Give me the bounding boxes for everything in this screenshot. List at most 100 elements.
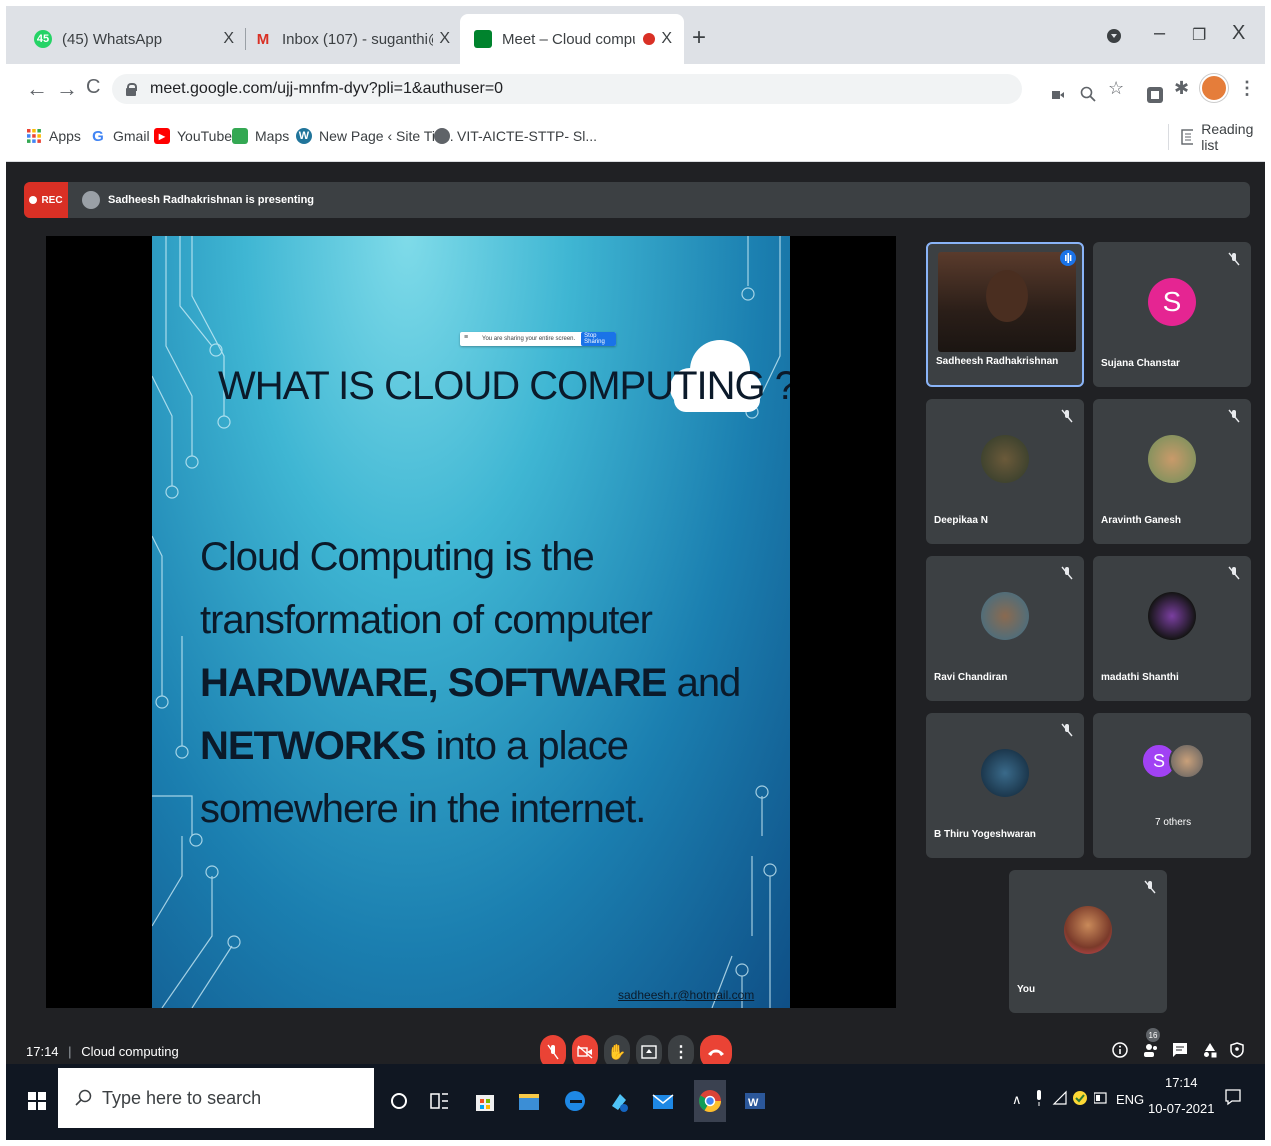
presenting-text: Sadheesh Radhakrishnan is presenting xyxy=(108,194,315,206)
taskbar-clock[interactable]: 17:14 10-07-2021 xyxy=(1148,1070,1215,1122)
chat-button[interactable] xyxy=(1172,1042,1188,1063)
reading-list-icon xyxy=(1181,129,1194,145)
participant-name: Deepikaa N xyxy=(934,515,988,526)
close-tab-icon[interactable]: X xyxy=(223,30,234,48)
participant-tile[interactable]: madathi Shanthi xyxy=(1093,556,1251,701)
wordpress-icon: W xyxy=(296,128,312,144)
participant-tile[interactable]: Aravinth Ganesh xyxy=(1093,399,1251,544)
back-arrow-icon[interactable]: ← xyxy=(26,76,48,102)
tab-gmail[interactable]: M Inbox (107) - suganthi@sethu.ac X xyxy=(240,14,462,64)
drag-handle-icon[interactable]: ≡ xyxy=(464,334,468,341)
maps-icon xyxy=(232,128,248,144)
forward-arrow-icon[interactable]: → xyxy=(56,76,78,102)
bookmark-apps[interactable]: Apps xyxy=(26,128,81,144)
svg-text:W: W xyxy=(748,1097,759,1109)
shield-icon xyxy=(1230,1042,1244,1058)
norton-icon[interactable] xyxy=(1072,1090,1088,1106)
activities-button[interactable] xyxy=(1202,1042,1218,1063)
tab-label: Meet – Cloud computing xyxy=(502,30,635,48)
edge-icon[interactable] xyxy=(562,1086,588,1116)
chrome-icon[interactable] xyxy=(694,1080,726,1122)
host-controls-button[interactable] xyxy=(1230,1042,1244,1063)
profile-menu-icon[interactable] xyxy=(1106,28,1122,44)
muted-mic-icon xyxy=(1228,252,1240,266)
reading-list-button[interactable]: Reading list xyxy=(1168,121,1265,153)
file-explorer-icon[interactable] xyxy=(516,1086,542,1116)
show-hidden-icons[interactable]: ∧ xyxy=(1012,1092,1022,1108)
participant-avatar: S xyxy=(1148,278,1196,326)
bookmark-new-page[interactable]: W New Page ‹ Site Titl... xyxy=(296,128,454,144)
action-center-icon[interactable] xyxy=(1224,1088,1242,1106)
url-text[interactable]: meet.google.com/ujj-mnfm-dyv?pli=1&authu… xyxy=(150,80,503,98)
slide-email: sadheesh.r@hotmail.com xyxy=(618,988,755,1002)
participant-tile[interactable]: S 7 others xyxy=(1093,713,1251,858)
bookmark-maps[interactable]: Maps xyxy=(232,128,289,144)
bookmark-label: VIT-AICTE-STTP- Sl... xyxy=(457,128,598,144)
cortana-icon[interactable] xyxy=(386,1086,412,1116)
reload-icon[interactable]: C xyxy=(86,76,100,99)
taskbar-search-box[interactable]: Type here to search xyxy=(58,1068,374,1128)
tab-meet[interactable]: Meet – Cloud computing X xyxy=(460,14,684,64)
profile-avatar[interactable] xyxy=(1200,74,1228,102)
activities-icon xyxy=(1204,1043,1217,1058)
battery-icon[interactable] xyxy=(1094,1092,1108,1104)
camera-off-icon xyxy=(577,1045,593,1059)
new-tab-button[interactable]: + xyxy=(692,24,706,52)
muted-mic-icon xyxy=(1061,566,1073,580)
presenter-avatar xyxy=(82,191,100,209)
language-indicator[interactable]: ENG xyxy=(1116,1092,1144,1107)
bookmark-gmail[interactable]: G Gmail xyxy=(90,128,149,145)
people-button[interactable]: 16 xyxy=(1142,1028,1160,1063)
wifi-icon[interactable] xyxy=(1052,1090,1068,1106)
participant-tile[interactable]: B Thiru Yogeshwaran xyxy=(926,713,1084,858)
close-tab-icon[interactable]: X xyxy=(439,30,450,48)
store-icon[interactable] xyxy=(472,1086,498,1116)
minimize-button[interactable]: – xyxy=(1154,22,1165,45)
word-icon[interactable]: W xyxy=(742,1086,768,1116)
meeting-details-button[interactable] xyxy=(1112,1042,1128,1063)
stop-sharing-button[interactable]: Stop Sharing xyxy=(581,332,616,346)
tab-whatsapp[interactable]: 45 (45) WhatsApp X xyxy=(20,14,246,64)
muted-mic-icon xyxy=(1228,409,1240,423)
shared-slide: ≡ You are sharing your entire screen. St… xyxy=(152,236,790,1008)
participant-avatar xyxy=(1148,592,1196,640)
participant-tile[interactable]: Deepikaa N xyxy=(926,399,1084,544)
participant-name: B Thiru Yogeshwaran xyxy=(934,829,1036,840)
people-icon xyxy=(1144,1044,1157,1057)
recording-badge[interactable]: REC xyxy=(24,182,68,218)
self-tile[interactable]: You xyxy=(1009,870,1167,1013)
camera-in-use-icon[interactable] xyxy=(1052,90,1064,100)
meeting-name[interactable]: Cloud computing xyxy=(81,1044,179,1059)
slide-text: and xyxy=(666,661,742,705)
youtube-icon: ▶ xyxy=(154,128,170,144)
search-placeholder: Type here to search xyxy=(102,1087,262,1108)
task-view-icon[interactable] xyxy=(426,1086,452,1116)
bookmarks-bar: Apps G Gmail ▶ YouTube Maps W New Page ‹… xyxy=(6,114,1265,162)
bookmark-youtube[interactable]: ▶ YouTube xyxy=(154,128,232,144)
share-notice-text: You are sharing your entire screen. xyxy=(482,336,576,342)
close-window-button[interactable]: X xyxy=(1232,22,1245,45)
extension-icon[interactable] xyxy=(1146,86,1164,104)
meet-icon xyxy=(474,30,492,48)
participant-tile[interactable]: Sadheesh Radhakrishnan xyxy=(926,242,1084,387)
bookmark-vit-aicte[interactable]: VIT-AICTE-STTP- Sl... xyxy=(434,128,597,144)
participant-tile[interactable]: Ravi Chandiran xyxy=(926,556,1084,701)
participant-tile[interactable]: S Sujana Chanstar xyxy=(1093,242,1251,387)
slide-bold-text: HARDWARE xyxy=(200,661,429,705)
windows-start-icon[interactable] xyxy=(28,1092,46,1110)
close-tab-icon[interactable]: X xyxy=(661,30,672,48)
slide-bold-text: NETWORKS xyxy=(200,724,426,768)
teams-icon[interactable] xyxy=(606,1086,632,1116)
address-bar[interactable]: meet.google.com/ujj-mnfm-dyv?pli=1&authu… xyxy=(112,74,1022,104)
more-vert-icon: ⋮ xyxy=(673,1044,689,1061)
zoom-icon[interactable] xyxy=(1080,86,1096,102)
mail-icon[interactable] xyxy=(650,1086,676,1116)
bookmark-star-icon[interactable]: ☆ xyxy=(1108,78,1124,99)
slide-bold-text: , xyxy=(427,661,448,705)
restore-button[interactable]: ❐ xyxy=(1192,25,1206,45)
participant-name: Sadheesh Radhakrishnan xyxy=(936,356,1059,367)
microphone-in-use-icon[interactable] xyxy=(1034,1090,1044,1106)
extensions-puzzle-icon[interactable]: ✱ xyxy=(1174,78,1189,99)
more-menu-icon[interactable]: ⋮ xyxy=(1238,78,1256,99)
info-separator: | xyxy=(68,1044,72,1059)
